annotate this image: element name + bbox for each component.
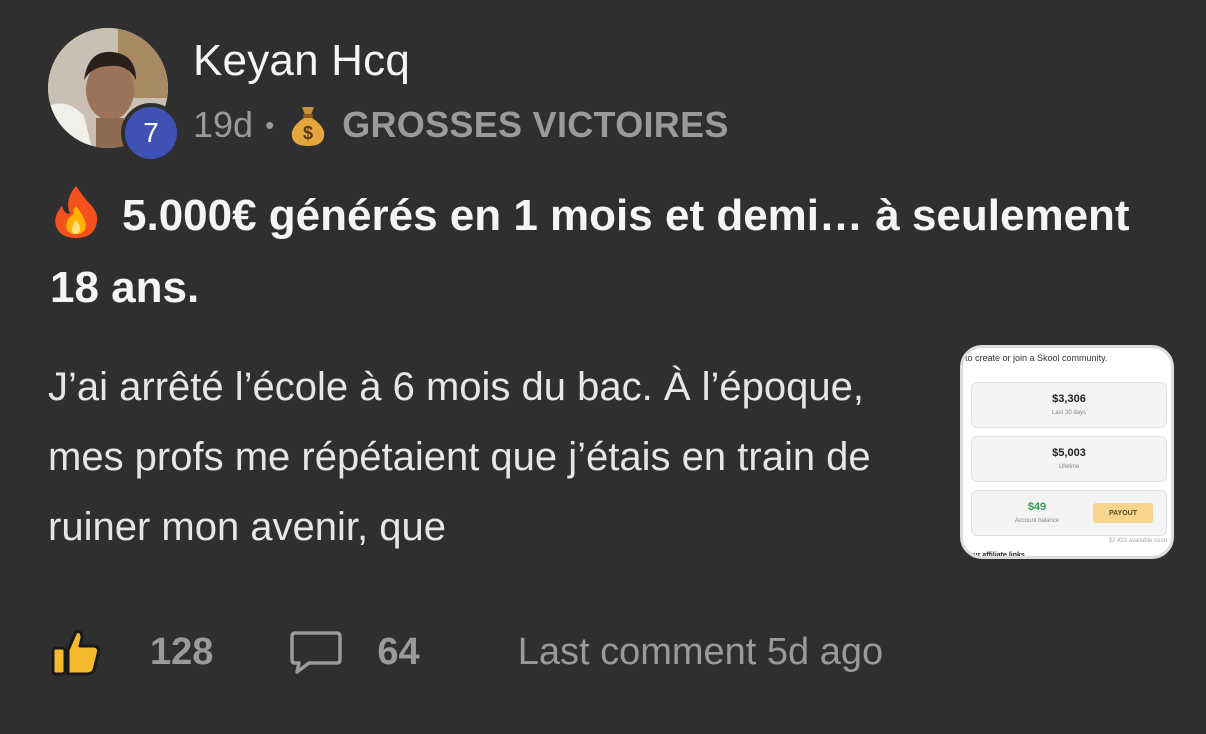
- svg-text:$: $: [303, 123, 313, 143]
- author-name[interactable]: Keyan Hcq: [193, 36, 410, 86]
- earnings-card: $3,306 Last 30 days: [971, 382, 1167, 428]
- earnings-label: Lifetime: [1058, 464, 1080, 470]
- author-avatar[interactable]: 7: [48, 28, 181, 163]
- balance-card: $49 Account balance PAYOUT: [971, 490, 1167, 536]
- thumbs-up-icon[interactable]: [50, 626, 102, 678]
- last-comment-time: Last comment 5d ago: [517, 630, 884, 673]
- post-image-thumbnail[interactable]: to create or join a Skool community. $3,…: [960, 345, 1174, 559]
- earnings-value: $3,306: [1052, 393, 1086, 405]
- available-soon-text: $2,433 available soon: [1108, 538, 1167, 544]
- money-bag-icon: $: [291, 107, 325, 146]
- post-time[interactable]: 19d: [193, 104, 253, 146]
- comment-count: 64: [377, 630, 420, 673]
- balance-label: Account balance: [1014, 518, 1060, 524]
- post-meta: 19d • $ GROSSES VICTOIRES: [193, 100, 729, 150]
- fire-icon: [55, 186, 98, 238]
- post-title-text: 5.000€ générés en 1 mois et demi… à seul…: [50, 191, 1130, 312]
- category-link[interactable]: GROSSES VICTOIRES: [342, 104, 729, 146]
- level-badge: 7: [121, 103, 181, 163]
- affiliate-links-heading: Your affiliate links: [965, 552, 1025, 559]
- post-title[interactable]: 5.000€ générés en 1 mois et demi… à seul…: [50, 180, 1180, 324]
- like-count: 128: [150, 630, 214, 673]
- earnings-card: $5,003 Lifetime: [971, 436, 1167, 482]
- earnings-label: Last 30 days: [1051, 410, 1087, 416]
- payout-button: PAYOUT: [1093, 503, 1153, 523]
- post-body[interactable]: J’ai arrêté l’école à 6 mois du bac. À l…: [48, 352, 928, 562]
- earnings-value: $5,003: [1052, 447, 1086, 459]
- thumbnail-header-text: to create or join a Skool community.: [965, 353, 1108, 363]
- speech-bubble-icon[interactable]: [289, 629, 343, 675]
- balance-value: $49: [1027, 501, 1047, 513]
- post-footer: 128 64 Last comment 5d ago: [50, 622, 883, 682]
- meta-separator: •: [265, 109, 275, 140]
